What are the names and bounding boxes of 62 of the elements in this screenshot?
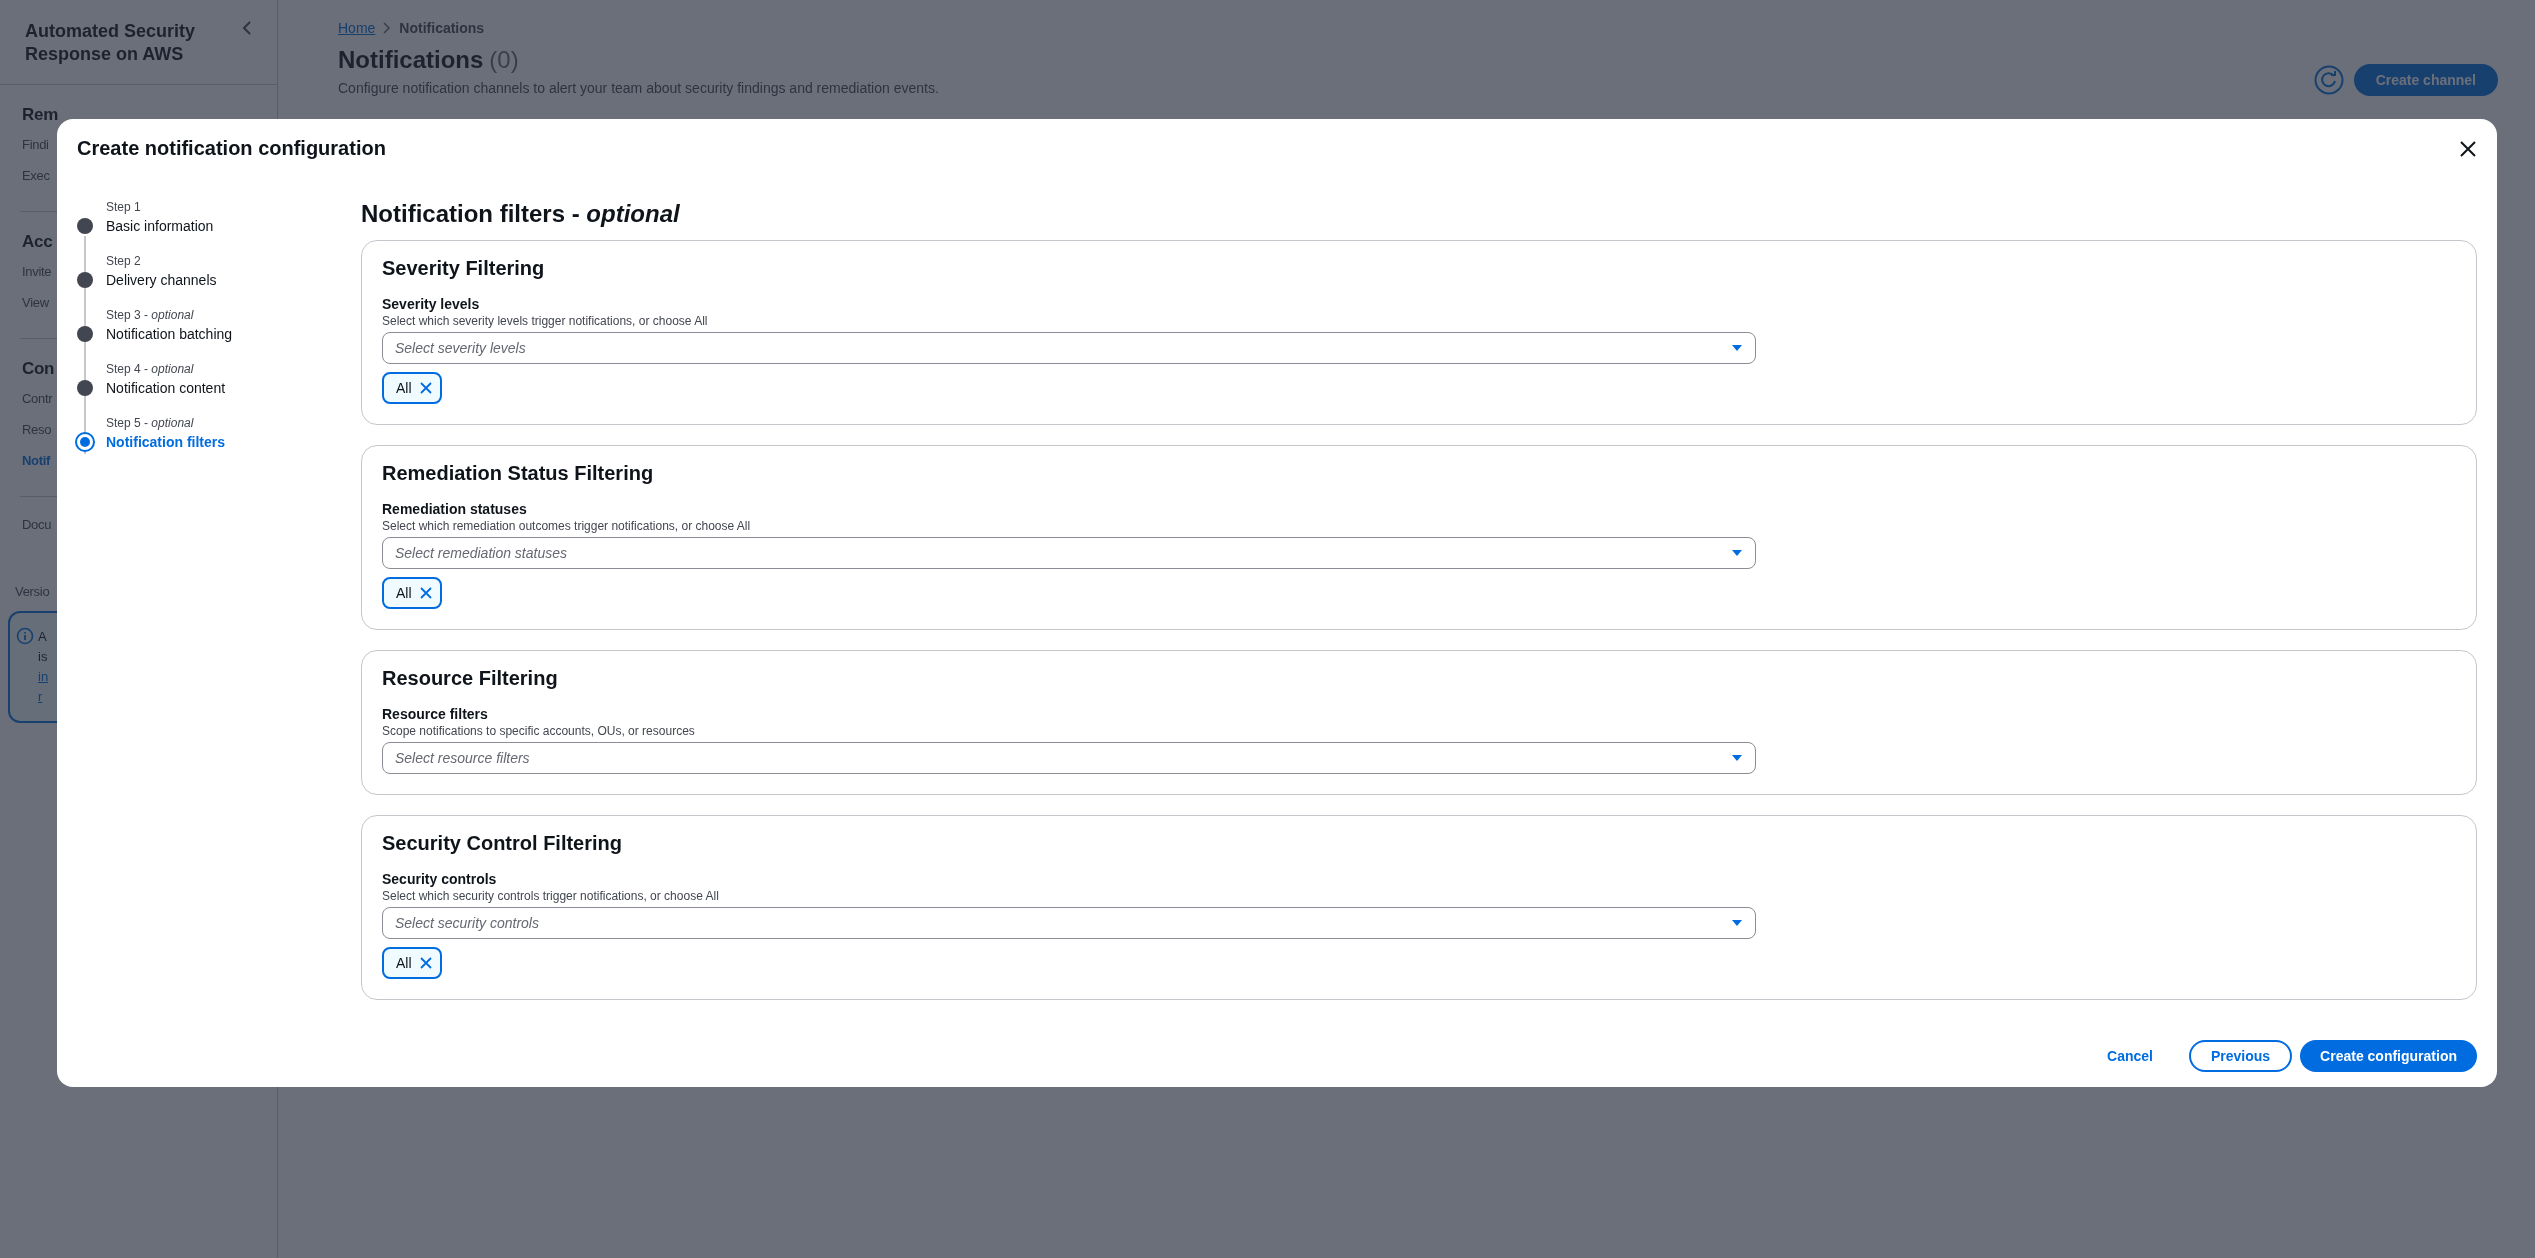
step-number: Step 3 - optional — [106, 308, 195, 322]
caret-icon — [1731, 919, 1743, 927]
multiselect-dropdown[interactable]: Select security controls — [382, 907, 1756, 939]
multiselect-dropdown[interactable]: Select remediation statuses — [382, 537, 1756, 569]
alert-text: is — [38, 648, 48, 666]
nav-section-heading: Rem — [22, 105, 58, 125]
dialog-button[interactable]: Cancel — [2087, 1040, 2173, 1072]
nav-section-heading: Acc — [22, 232, 53, 252]
close-icon[interactable] — [2459, 139, 2477, 158]
step-number: Step 4 - optional — [106, 362, 195, 376]
remove-icon[interactable] — [419, 957, 432, 969]
field-description: Select which remediation outcomes trigger notifications, or choose All — [382, 519, 752, 533]
version-text: Versio — [15, 584, 50, 599]
field-label: Security controls — [382, 871, 498, 887]
nav-link[interactable]: View — [22, 295, 49, 310]
page-title: Notifications — [338, 46, 484, 74]
token-label: All — [396, 380, 412, 396]
info-icon — [16, 627, 34, 645]
multiselect-dropdown[interactable]: Select severity levels — [382, 332, 1756, 364]
remove-icon[interactable] — [419, 382, 432, 394]
nav-link[interactable]: Exec — [22, 168, 50, 183]
nav-link[interactable]: Reso — [22, 422, 52, 437]
step-link[interactable]: Notification filters — [106, 434, 361, 450]
caret-icon — [1731, 344, 1743, 352]
step-number: Step 2 — [106, 254, 142, 268]
dialog-button[interactable]: Create configuration — [2300, 1040, 2477, 1072]
field-description: Scope notifications to specific accounts, OUs, or resources — [382, 724, 696, 738]
step-number: Step 1 — [106, 200, 142, 214]
step-link[interactable]: Notification batching — [106, 326, 361, 342]
app-title: Automated Security Response on AWS — [25, 20, 197, 66]
step-link[interactable]: Basic information — [106, 218, 361, 234]
nav-link[interactable]: Docu — [22, 517, 52, 532]
nav-section-heading: Con — [22, 359, 55, 379]
section-title: Resource Filtering — [382, 667, 559, 690]
dialog-title: Create notification configuration — [77, 137, 386, 160]
nav-link[interactable]: Findi — [22, 137, 49, 152]
token-label: All — [396, 585, 412, 601]
nav-link[interactable]: Contr — [22, 391, 53, 406]
section-title: Severity Filtering — [382, 257, 546, 280]
section-title: Remediation Status Filtering — [382, 462, 655, 485]
page-description: Configure notification channels to alert your team about security findings and remediation events. — [338, 80, 939, 96]
multiselect-dropdown[interactable]: Select resource filters — [382, 742, 1756, 774]
step-link[interactable]: Delivery channels — [106, 272, 361, 288]
alert-text: A — [38, 628, 47, 646]
nav-link[interactable]: Invite — [22, 264, 52, 279]
field-description: Select which security controls trigger notifications, or choose All — [382, 889, 720, 903]
chevron-icon — [383, 22, 392, 34]
dialog-button[interactable]: Previous — [2188, 1040, 2293, 1072]
remove-icon[interactable] — [419, 587, 432, 599]
caret-icon — [1731, 549, 1743, 557]
collapse-icon[interactable] — [241, 20, 253, 36]
field-label: Severity levels — [382, 296, 481, 312]
breadcrumb-current: Notifications — [399, 20, 485, 36]
field-description: Select which severity levels trigger notifications, or choose All — [382, 314, 709, 328]
section-title: Security Control Filtering — [382, 832, 624, 855]
token-label: All — [396, 955, 412, 971]
caret-icon — [1731, 754, 1743, 762]
step-heading: Notification filters - optional — [361, 200, 681, 228]
field-label: Remediation statuses — [382, 501, 528, 517]
field-label: Resource filters — [382, 706, 489, 722]
step-link[interactable]: Notification content — [106, 380, 361, 396]
step-number: Step 5 - optional — [106, 416, 195, 430]
